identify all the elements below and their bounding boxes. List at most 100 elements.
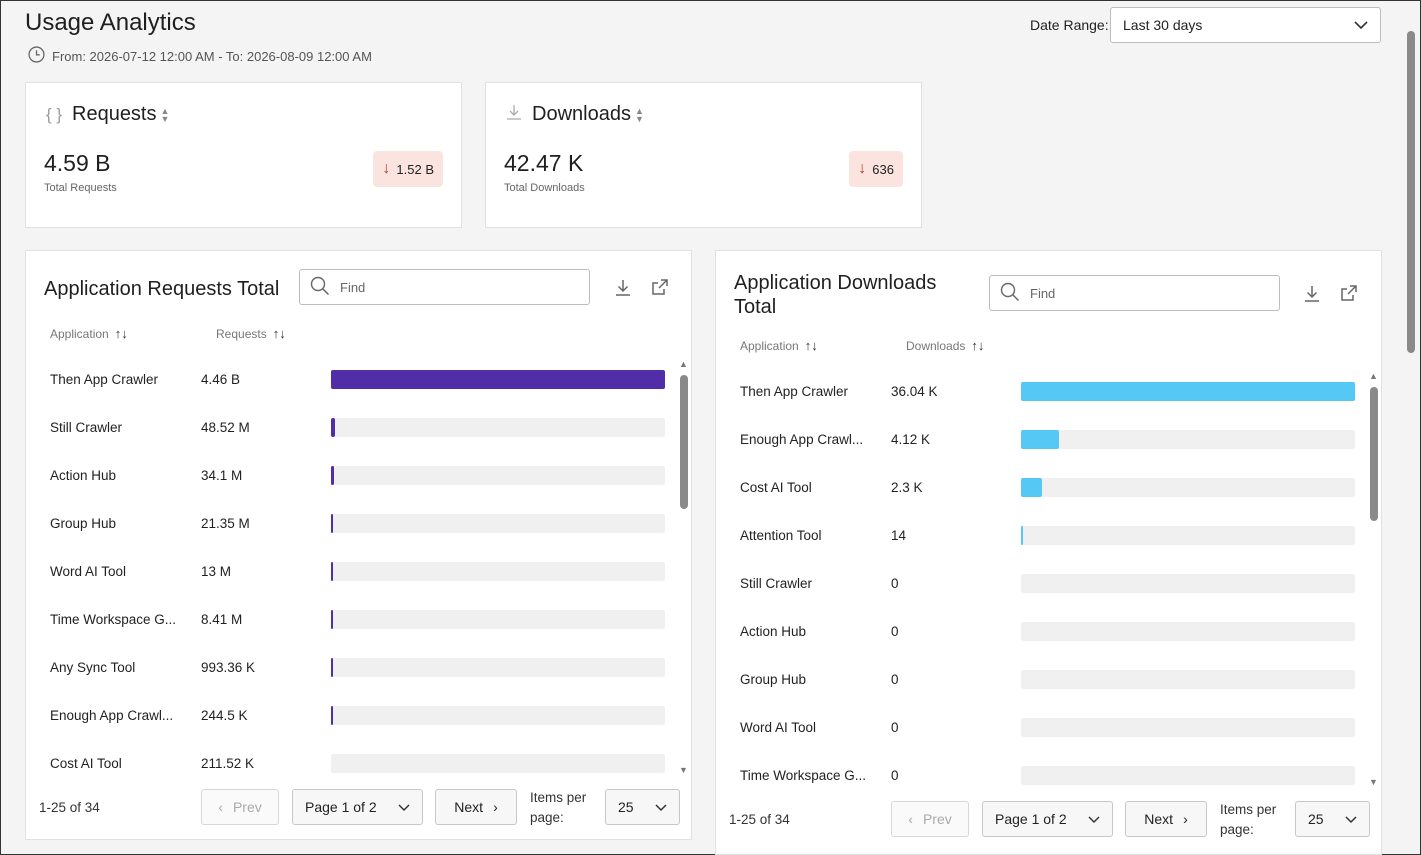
date-range-text: From: 2026-07-12 12:00 AM - To: 2026-08-… [52, 48, 372, 64]
table-row[interactable]: Still Crawler 48.52 M [50, 403, 666, 451]
row-value: 993.36 K [201, 659, 256, 675]
next-label: Next [1144, 811, 1174, 827]
clock-icon [28, 46, 45, 66]
row-value: 0 [891, 767, 899, 783]
sort-arrows-icon[interactable]: ↑↓ [805, 338, 818, 353]
bar-fill [1021, 525, 1023, 545]
row-application-name: Action Hub [740, 623, 807, 639]
chevron-down-icon [1345, 811, 1357, 827]
requests-scrollbar[interactable]: ▲ ▼ [679, 359, 689, 775]
row-value: 244.5 K [201, 707, 248, 723]
prev-button[interactable]: ‹ Prev [201, 789, 279, 825]
next-label: Next [454, 799, 484, 815]
downloads-table-title: Application Downloads Total [734, 272, 937, 318]
row-application-name: Time Workspace G... [50, 611, 177, 627]
row-value: 0 [891, 671, 899, 687]
open-external-icon[interactable] [1340, 284, 1358, 307]
table-row[interactable]: Word AI Tool 13 M [50, 547, 666, 595]
column-header-downloads[interactable]: Downloads ↑↓ [906, 338, 984, 353]
downloads-find-input[interactable]: Find [989, 275, 1280, 311]
chevron-down-icon [1354, 17, 1368, 33]
bar-fill [331, 465, 334, 485]
table-row[interactable]: Word AI Tool 0 [740, 703, 1356, 751]
sort-icon[interactable]: ▲ ▼ [161, 106, 170, 123]
arrow-down-icon: ↓ [858, 160, 867, 177]
bar-fill [331, 609, 333, 629]
row-application-name: Time Workspace G... [740, 767, 867, 783]
scroll-down-icon[interactable]: ▼ [679, 765, 688, 775]
table-row[interactable]: Enough App Crawl... 244.5 K [50, 691, 666, 739]
table-row[interactable]: Time Workspace G... 8.41 M [50, 595, 666, 643]
table-row[interactable]: Attention Tool 14 [740, 511, 1356, 559]
scroll-up-icon[interactable]: ▲ [1369, 371, 1378, 381]
next-button[interactable]: Next › [435, 789, 517, 825]
table-row[interactable]: Action Hub 0 [740, 607, 1356, 655]
row-value: 0 [891, 575, 899, 591]
table-row[interactable]: Action Hub 34.1 M [50, 451, 666, 499]
sort-arrows-icon[interactable]: ↑↓ [115, 326, 128, 341]
column-header-label: Downloads [906, 338, 966, 353]
requests-delta-badge: ↓ 1.52 B [373, 151, 443, 187]
chevron-left-icon: ‹ [908, 811, 913, 827]
column-header-requests[interactable]: Requests ↑↓ [216, 326, 286, 341]
download-icon[interactable] [614, 278, 632, 302]
prev-label: Prev [922, 811, 952, 827]
row-application-name: Group Hub [740, 671, 807, 687]
scroll-thumb[interactable] [1370, 387, 1378, 521]
bar-track [331, 609, 665, 629]
page-select[interactable]: Page 1 of 2 [982, 801, 1113, 837]
items-per-page-select[interactable]: 25 [605, 789, 680, 825]
column-header-application[interactable]: Application ↑↓ [740, 338, 818, 353]
sort-arrows-icon[interactable]: ↑↓ [273, 326, 286, 341]
column-header-label: Application [50, 326, 109, 341]
bar-track [1021, 717, 1355, 737]
bar-track [1021, 669, 1355, 689]
scroll-up-icon[interactable]: ▲ [679, 359, 688, 369]
table-row[interactable]: Then App Crawler 4.46 B [50, 355, 666, 403]
downloads-rows: Then App Crawler 36.04 K Enough App Crawl.… [740, 367, 1356, 787]
page-select[interactable]: Page 1 of 2 [292, 789, 423, 825]
find-placeholder: Find [1030, 285, 1056, 301]
items-per-page-select[interactable]: 25 [1295, 801, 1370, 837]
table-row[interactable]: Cost AI Tool 211.52 K [50, 739, 666, 775]
sort-icon[interactable]: ▲ ▼ [635, 106, 644, 123]
scroll-down-icon[interactable]: ▼ [1369, 777, 1378, 787]
page-scroll-thumb[interactable] [1407, 31, 1415, 353]
page-label: Page 1 of 2 [305, 799, 377, 815]
find-placeholder: Find [340, 279, 366, 295]
table-row[interactable]: Time Workspace G... 0 [740, 751, 1356, 787]
requests-find-input[interactable]: Find [299, 269, 590, 305]
next-button[interactable]: Next › [1125, 801, 1207, 837]
table-row[interactable]: Still Crawler 0 [740, 559, 1356, 607]
row-application-name: Word AI Tool [740, 719, 817, 735]
download-icon[interactable] [1303, 284, 1321, 308]
scroll-thumb[interactable] [680, 375, 688, 509]
table-row[interactable]: Cost AI Tool 2.3 K [740, 463, 1356, 511]
downloads-scrollbar[interactable]: ▲ ▼ [1369, 371, 1379, 787]
date-range-select[interactable]: Last 30 days [1110, 7, 1381, 43]
row-application-name: Action Hub [50, 467, 117, 483]
row-value: 14 [891, 527, 907, 543]
bar-fill [1021, 477, 1043, 497]
items-per-page-value: 25 [618, 799, 634, 815]
row-value: 36.04 K [891, 383, 938, 399]
requests-kpi-card: { } Requests ▲ ▼ 4.59 B Total Requests ↓ … [25, 82, 462, 228]
table-row[interactable]: Then App Crawler 36.04 K [740, 367, 1356, 415]
sort-arrows-icon[interactable]: ↑↓ [971, 338, 984, 353]
row-value: 2.3 K [891, 479, 923, 495]
column-header-application[interactable]: Application ↑↓ [50, 326, 128, 341]
prev-button[interactable]: ‹ Prev [891, 801, 969, 837]
open-external-icon[interactable] [651, 278, 669, 301]
table-row[interactable]: Any Sync Tool 993.36 K [50, 643, 666, 691]
row-application-name: Word AI Tool [50, 563, 127, 579]
table-row[interactable]: Group Hub 0 [740, 655, 1356, 703]
table-row[interactable]: Enough App Crawl... 4.12 K [740, 415, 1356, 463]
arrow-down-icon: ↓ [382, 160, 391, 177]
requests-kpi-title: Requests [72, 103, 157, 125]
column-header-label: Application [740, 338, 799, 353]
prev-label: Prev [232, 799, 262, 815]
range-text: 1-25 of 34 [729, 812, 790, 827]
bar-fill [331, 705, 333, 725]
page-scrollbar[interactable] [1406, 27, 1416, 827]
table-row[interactable]: Group Hub 21.35 M [50, 499, 666, 547]
